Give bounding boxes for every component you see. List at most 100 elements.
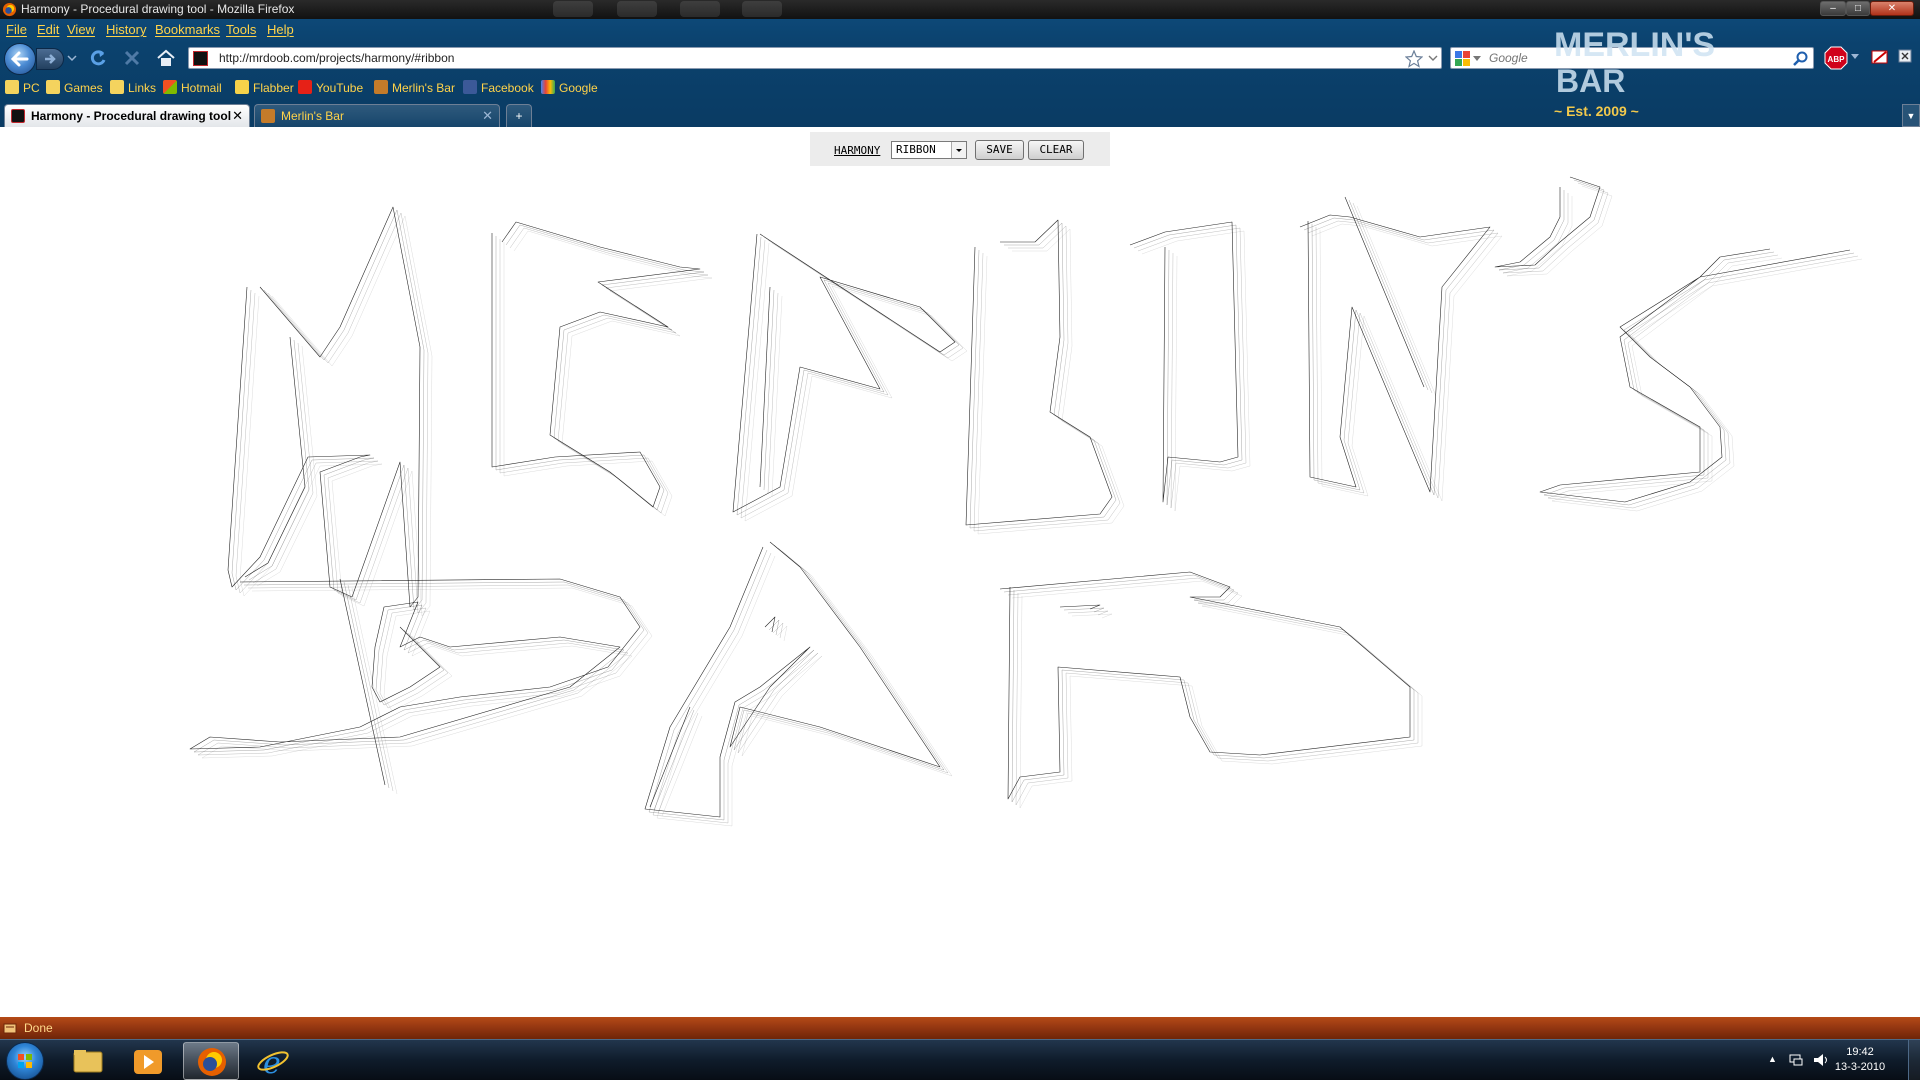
flabber-icon xyxy=(235,80,249,94)
ribbon-stroke xyxy=(239,215,433,617)
page-content: HARMONY RIBBON SAVE CLEAR xyxy=(0,127,1920,1017)
bookmark-games[interactable]: Games xyxy=(46,79,103,97)
letter-e xyxy=(491,221,713,517)
window-title: Harmony - Procedural drawing tool - Mozi… xyxy=(21,2,295,16)
reload-icon[interactable] xyxy=(88,48,108,68)
ribbon-stroke xyxy=(759,286,771,488)
forward-button[interactable] xyxy=(36,48,64,70)
engine-dropdown-icon[interactable] xyxy=(1473,56,1481,62)
search-icon[interactable] xyxy=(1793,51,1808,66)
close-tab-icon[interactable]: ✕ xyxy=(232,105,243,127)
bookmark-flabber[interactable]: Flabber xyxy=(235,79,294,97)
menu-help[interactable]: Help xyxy=(267,20,294,40)
show-desktop-button[interactable] xyxy=(1908,1040,1920,1080)
media-player-icon xyxy=(134,1050,162,1074)
ribbon-stroke xyxy=(1007,577,1419,806)
ribbon-stroke xyxy=(1003,574,1415,803)
adblock-plus-icon[interactable]: ABP xyxy=(1824,46,1848,70)
bookmark-merlins-bar[interactable]: Merlin's Bar xyxy=(374,79,455,97)
menu-view[interactable]: View xyxy=(67,20,95,40)
browser-chrome: Harmony - Procedural drawing tool - Mozi… xyxy=(0,0,1920,127)
new-tab-button[interactable]: + xyxy=(506,104,532,127)
maximize-button[interactable]: □ xyxy=(1846,1,1870,16)
menu-edit[interactable]: Edit xyxy=(37,20,59,40)
ribbon-stroke xyxy=(1348,199,1429,391)
address-bar[interactable]: http://mrdoob.com/projects/harmony/#ribb… xyxy=(188,47,1442,69)
taskbar-internet-explorer[interactable]: e xyxy=(245,1042,301,1080)
ribbon-stroke xyxy=(1498,179,1605,271)
ribbon-stroke xyxy=(744,242,968,522)
ribbon-stroke xyxy=(736,236,960,516)
system-clock[interactable]: 19:42 13-3-2010 xyxy=(1820,1045,1900,1075)
folder-icon xyxy=(110,80,124,94)
menu-bookmarks[interactable]: Bookmarks xyxy=(155,20,220,40)
close-window-button[interactable]: ✕ xyxy=(1870,1,1914,16)
start-button[interactable] xyxy=(6,1042,44,1080)
close-tab-icon[interactable]: ✕ xyxy=(482,105,493,127)
stop-icon[interactable] xyxy=(123,49,141,67)
home-icon[interactable] xyxy=(156,48,176,68)
clock-time: 19:42 xyxy=(1846,1046,1874,1058)
svg-text:ABP: ABP xyxy=(1828,55,1846,64)
google-search-engine-icon[interactable] xyxy=(1455,51,1471,67)
bookmark-links[interactable]: Links xyxy=(110,79,156,97)
ribbon-stroke xyxy=(1071,613,1113,619)
ribbon-stroke xyxy=(256,345,318,587)
ribbon-stroke xyxy=(1344,196,1425,388)
bookmark-facebook[interactable]: Facebook xyxy=(463,79,534,97)
ribbon-stroke xyxy=(977,228,1125,535)
ribbon-stroke xyxy=(648,544,945,821)
bookmark-hotmail[interactable]: Hotmail xyxy=(163,79,222,97)
windows-logo-icon xyxy=(18,1054,32,1068)
site-favicon xyxy=(11,109,25,123)
adblock-dropdown-icon[interactable] xyxy=(1851,54,1859,60)
ribbon-stroke xyxy=(227,206,421,608)
network-icon[interactable] xyxy=(1788,1052,1804,1068)
harmony-label[interactable]: HARMONY xyxy=(834,144,880,157)
firefox-icon xyxy=(198,1048,226,1076)
persona-logo: MERLIN'S BAR ~ Est. 2009 ~ xyxy=(1554,26,1715,119)
menu-tools[interactable]: Tools xyxy=(226,20,256,40)
bookmark-star-icon[interactable] xyxy=(1405,50,1423,68)
url-dropdown-icon[interactable] xyxy=(1428,55,1438,63)
ribbon-stroke xyxy=(1303,217,1495,496)
status-bar: Done xyxy=(0,1017,1920,1039)
ribbon-stroke xyxy=(193,581,645,753)
bookmark-pc[interactable]: PC xyxy=(5,79,40,97)
harmony-toolbar: HARMONY RIBBON SAVE CLEAR xyxy=(810,132,1110,166)
ribbon-stroke xyxy=(189,578,641,750)
ribbon-stroke xyxy=(1506,185,1613,277)
tab-harmony[interactable]: Harmony - Procedural drawing tool ✕ xyxy=(4,104,250,127)
ribbon-stroke xyxy=(1551,257,1863,512)
letter-l xyxy=(965,219,1125,535)
history-dropdown-icon[interactable] xyxy=(66,52,78,64)
letter-a xyxy=(644,541,953,827)
taskbar-media-player[interactable] xyxy=(120,1042,176,1080)
minimize-button[interactable]: – xyxy=(1820,1,1846,16)
drawing-canvas[interactable] xyxy=(0,127,1920,1017)
addon-bar-icon[interactable] xyxy=(1898,49,1913,64)
brush-select[interactable]: RIBBON xyxy=(891,141,967,159)
ribbon-stroke xyxy=(347,584,394,792)
letter-r2 xyxy=(999,571,1423,809)
save-button[interactable]: SAVE xyxy=(975,140,1024,160)
taskbar-explorer[interactable] xyxy=(60,1042,116,1080)
menu-file[interactable]: File xyxy=(6,20,27,40)
back-button[interactable] xyxy=(4,43,36,75)
persona-line-1: MERLIN'S xyxy=(1554,26,1715,64)
tab-merlins-bar[interactable]: Merlin's Bar ✕ xyxy=(254,104,500,127)
addon-toolbar-icon[interactable] xyxy=(1871,48,1889,66)
menu-history[interactable]: History xyxy=(106,20,146,40)
svg-text:e: e xyxy=(263,1046,281,1080)
show-hidden-icons-icon[interactable]: ▲ xyxy=(1768,1054,1777,1064)
ribbon-stroke xyxy=(1356,205,1437,397)
ribbon-stroke xyxy=(1299,214,1491,493)
clear-button[interactable]: CLEAR xyxy=(1028,140,1084,160)
bookmark-google[interactable]: Google xyxy=(541,79,598,97)
letter-n xyxy=(1299,196,1503,502)
ribbon-stroke xyxy=(1352,202,1433,394)
taskbar-firefox[interactable] xyxy=(183,1042,239,1080)
bookmark-youtube[interactable]: YouTube xyxy=(298,79,363,97)
glass-reflection xyxy=(680,1,720,17)
tab-list-button[interactable]: ▼ xyxy=(1902,104,1920,127)
